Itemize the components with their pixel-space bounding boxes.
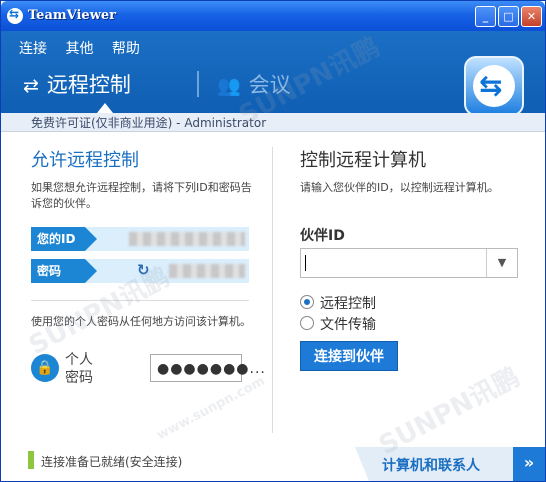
tab-meeting[interactable]: 👥 会议 <box>217 69 291 99</box>
password-value-blurred[interactable] <box>169 264 245 278</box>
tab-meeting-label: 会议 <box>248 73 291 97</box>
license-text: 免费许可证(仅非商业用途) - Administrator <box>31 116 267 130</box>
arrows-icon: ⇄ <box>23 75 39 97</box>
radio-remote-label: 远程控制 <box>320 296 376 312</box>
radio-unselected-icon <box>300 316 314 330</box>
computers-contacts-label: 计算机和联系人 <box>382 458 480 474</box>
status-indicator <box>28 451 34 469</box>
refresh-password-icon[interactable]: ↻ <box>137 261 150 279</box>
personal-password-label: 个人 密码 <box>65 351 93 387</box>
status-text: 连接准备已就绪(安全连接) <box>41 455 183 469</box>
your-id-row: 您的ID <box>31 227 249 251</box>
personal-label-line2: 密码 <box>65 370 93 386</box>
chevron-down-icon[interactable]: ▼ <box>486 249 517 277</box>
teamviewer-logo <box>464 56 524 116</box>
menu-item-help[interactable]: 帮助 <box>112 41 140 57</box>
computers-contacts-bar[interactable]: 计算机和联系人 » <box>355 447 545 481</box>
allow-remote-description: 如果您想允许远程控制，请将下列ID和密码告诉您的伙伴。 <box>31 181 252 210</box>
active-tab-indicator <box>97 103 113 113</box>
tab-remote-control[interactable]: ⇄ 远程控制 <box>23 69 131 99</box>
panel-separator <box>272 147 273 433</box>
radio-file-transfer[interactable]: 文件传输 <box>300 314 376 334</box>
minimize-button[interactable]: _ <box>475 6 496 27</box>
your-id-value-blurred[interactable] <box>129 232 245 246</box>
menu-bar: 连接 其他 帮助 <box>19 38 154 58</box>
lock-icon: 🔒 <box>31 354 59 382</box>
password-label: 密码 <box>31 259 97 283</box>
menu-item-other[interactable]: 其他 <box>65 41 93 57</box>
radio-remote-control[interactable]: 远程控制 <box>300 293 376 313</box>
your-id-label: 您的ID <box>31 227 97 251</box>
personal-password-field[interactable]: ●●●●●●●... <box>150 354 265 382</box>
title-bar[interactable]: TeamViewer _ □ ✕ <box>1 1 545 31</box>
control-remote-description: 请输入您伙伴的ID，以控制远程计算机。 <box>300 181 499 194</box>
partner-id-label: 伙伴ID <box>300 228 345 244</box>
radio-selected-icon <box>300 295 314 309</box>
personal-password-description: 使用您的个人密码从任何地方访问该计算机。 <box>31 315 251 328</box>
connect-to-partner-button[interactable]: 连接到伙伴 <box>300 341 398 371</box>
teamviewer-window: TeamViewer _ □ ✕ 连接 其他 帮助 ⇄ 远程控制 👥 会议 免费许可… <box>0 0 546 482</box>
password-row: 密码 ↻ <box>31 259 249 283</box>
personal-label-line1: 个人 <box>65 352 93 368</box>
people-icon: 👥 <box>217 75 241 97</box>
allow-remote-panel: 允许远程控制 如果您想允许远程控制，请将下列ID和密码告诉您的伙伴。 您的ID … <box>1 132 267 447</box>
teamviewer-icon <box>7 7 23 24</box>
control-remote-heading: 控制远程计算机 <box>300 150 426 171</box>
tab-divider <box>197 71 199 97</box>
partner-id-input[interactable]: ▼ <box>300 248 518 278</box>
window-title: TeamViewer <box>28 8 117 23</box>
tab-remote-label: 远程控制 <box>46 73 131 97</box>
text-caret <box>305 255 306 271</box>
license-bar: 免费许可证(仅非商业用途) - Administrator <box>1 113 545 132</box>
radio-file-label: 文件传输 <box>320 317 376 333</box>
divider <box>31 300 249 301</box>
close-button[interactable]: ✕ <box>521 6 542 27</box>
expand-contacts-button[interactable]: » <box>513 447 545 481</box>
maximize-button[interactable]: □ <box>498 6 519 27</box>
menu-item-connect[interactable]: 连接 <box>19 41 47 57</box>
allow-remote-heading: 允许远程控制 <box>31 150 139 171</box>
status-bar: 连接准备已就绪(安全连接) 计算机和联系人 » <box>1 447 545 481</box>
header: 连接 其他 帮助 ⇄ 远程控制 👥 会议 <box>1 31 545 116</box>
